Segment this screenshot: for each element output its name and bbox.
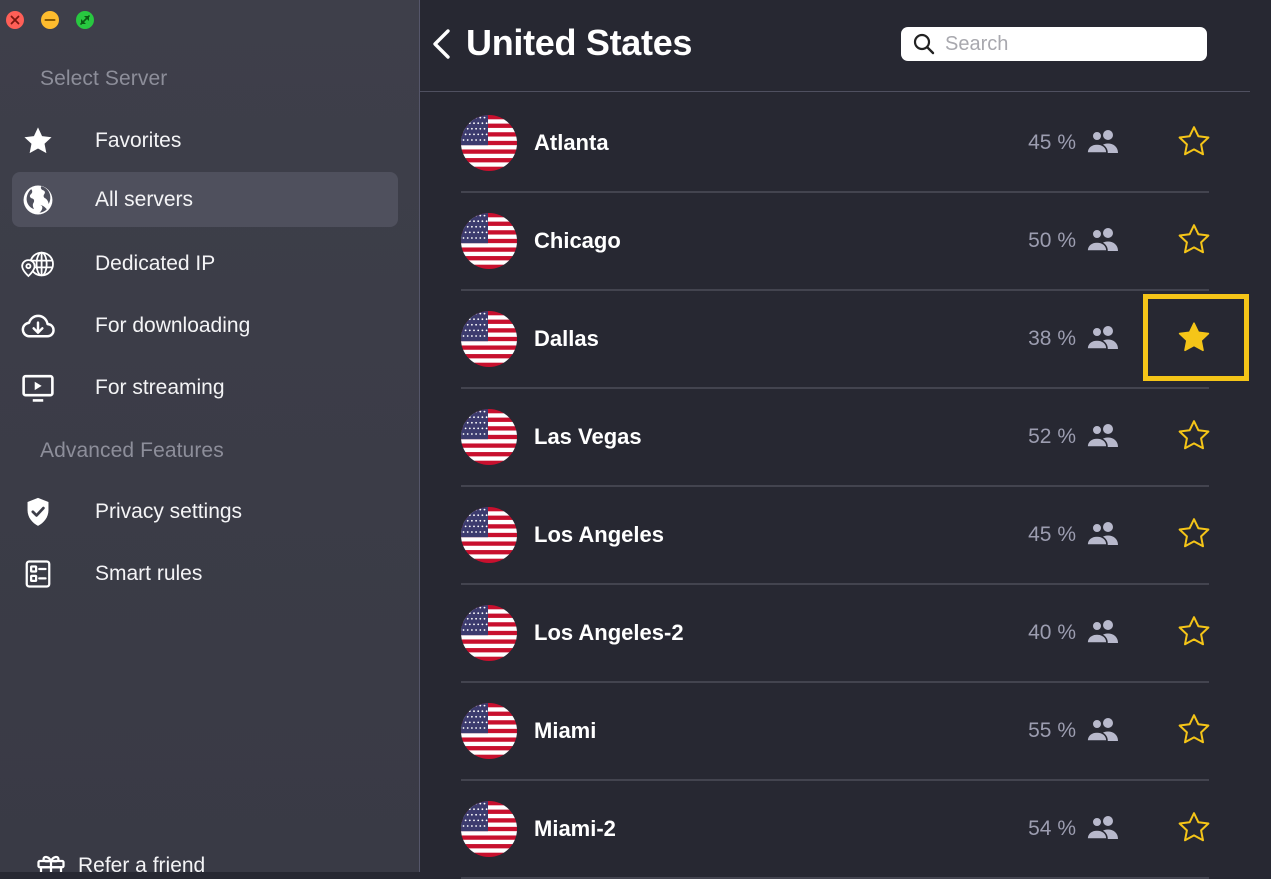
- us-flag-icon: [461, 703, 517, 759]
- sidebar-item-favorites[interactable]: Favorites: [12, 113, 398, 168]
- favorite-star-button[interactable]: [1176, 124, 1212, 160]
- server-load: 52 %: [1028, 425, 1076, 448]
- minimize-window-button[interactable]: [41, 11, 59, 29]
- star-icon: [20, 123, 56, 159]
- sidebar-item-privacy-settings[interactable]: Privacy settings: [12, 484, 398, 539]
- sidebar-item-for-streaming[interactable]: For streaming: [12, 360, 398, 415]
- sidebar-item-label: Smart rules: [95, 561, 203, 585]
- sidebar-item-label: Privacy settings: [95, 499, 243, 523]
- us-flag-icon: [461, 213, 517, 269]
- server-city: Los Angeles: [534, 522, 664, 547]
- star-outline-icon: [1178, 126, 1210, 156]
- us-flag-icon: [461, 801, 517, 857]
- users-icon: [1085, 324, 1121, 350]
- server-row[interactable]: Los Angeles 45 %: [461, 487, 1212, 585]
- users-icon: [1085, 618, 1121, 644]
- server-row[interactable]: Atlanta 45 %: [461, 95, 1212, 193]
- star-outline-icon: [1178, 420, 1210, 450]
- minimize-icon: [44, 19, 56, 21]
- section-title-select-server: Select Server: [40, 67, 168, 90]
- us-flag-icon: [461, 605, 517, 661]
- sidebar: Select Server Favorites All servers Dedi…: [0, 0, 420, 872]
- server-city: Dallas: [534, 326, 599, 351]
- gift-icon: [37, 855, 65, 872]
- users-icon: [1085, 814, 1121, 840]
- sidebar-item-all-servers[interactable]: All servers: [12, 172, 398, 227]
- server-city: Miami: [534, 718, 597, 743]
- server-load: 45 %: [1028, 131, 1076, 154]
- users-icon: [1085, 226, 1121, 252]
- users-icon: [1085, 520, 1121, 546]
- server-city: Atlanta: [534, 130, 609, 155]
- close-window-button[interactable]: [6, 11, 24, 29]
- favorite-star-button[interactable]: [1176, 516, 1212, 552]
- favorite-star-button[interactable]: [1176, 222, 1212, 258]
- favorite-star-button[interactable]: [1176, 614, 1212, 650]
- zoom-window-button[interactable]: [76, 11, 94, 29]
- shield-check-icon: [20, 494, 56, 530]
- sidebar-item-label: All servers: [95, 187, 194, 211]
- rules-icon: [20, 556, 56, 592]
- cloud-download-icon: [20, 308, 56, 344]
- server-row[interactable]: Chicago 50 %: [461, 193, 1212, 291]
- sidebar-item-label: Favorites: [95, 128, 182, 152]
- server-load: 50 %: [1028, 229, 1076, 252]
- server-city: Chicago: [534, 228, 621, 253]
- server-load: 45 %: [1028, 523, 1076, 546]
- server-city: Los Angeles-2: [534, 620, 684, 645]
- dedicated-ip-icon: [20, 246, 56, 282]
- favorite-star-button[interactable]: [1176, 712, 1212, 748]
- sidebar-item-smart-rules[interactable]: Smart rules: [12, 546, 398, 601]
- sidebar-item-for-downloading[interactable]: For downloading: [12, 298, 398, 353]
- us-flag-icon: [461, 507, 517, 563]
- us-flag-icon: [461, 311, 517, 367]
- star-outline-icon: [1178, 812, 1210, 842]
- server-load: 38 %: [1028, 327, 1076, 350]
- search-icon: [913, 33, 935, 55]
- server-row[interactable]: Miami 55 %: [461, 683, 1212, 781]
- server-load: 40 %: [1028, 621, 1076, 644]
- users-icon: [1085, 716, 1121, 742]
- sidebar-item-label: For downloading: [95, 313, 251, 337]
- back-button[interactable]: [430, 26, 454, 62]
- users-icon: [1085, 422, 1121, 448]
- server-row[interactable]: Miami-2 54 %: [461, 781, 1212, 879]
- favorite-star-button[interactable]: [1176, 810, 1212, 846]
- search-box[interactable]: [901, 27, 1207, 61]
- favorite-highlight-box: [1143, 294, 1249, 381]
- server-row[interactable]: Dallas 38 %: [461, 291, 1210, 389]
- tv-icon: [20, 370, 56, 406]
- section-title-advanced-features: Advanced Features: [40, 439, 224, 462]
- search-input[interactable]: [945, 27, 1195, 61]
- header-divider: [420, 91, 1250, 92]
- server-load: 55 %: [1028, 719, 1076, 742]
- refer-a-friend-link[interactable]: Refer a friend: [36, 852, 205, 872]
- close-icon: [10, 15, 20, 25]
- page-title: United States: [466, 22, 693, 63]
- sidebar-item-dedicated-ip[interactable]: Dedicated IP: [12, 236, 398, 291]
- server-row[interactable]: Las Vegas 52 %: [461, 389, 1212, 487]
- us-flag-icon: [461, 409, 517, 465]
- sidebar-item-label: For streaming: [95, 375, 225, 399]
- zoom-icon: [80, 15, 90, 25]
- server-row[interactable]: Los Angeles-2 40 %: [461, 585, 1212, 683]
- users-icon: [1085, 128, 1121, 154]
- refer-a-friend-label: Refer a friend: [78, 854, 206, 872]
- chevron-left-icon: [433, 29, 450, 59]
- star-outline-icon: [1178, 714, 1210, 744]
- globe-icon: [20, 182, 56, 218]
- server-city: Las Vegas: [534, 424, 642, 449]
- star-outline-icon: [1178, 616, 1210, 646]
- favorite-star-button[interactable]: [1176, 418, 1212, 454]
- server-list: Atlanta 45 % Chicago 50 % Dallas 38 % La…: [461, 95, 1212, 879]
- us-flag-icon: [461, 115, 517, 171]
- server-city: Miami-2: [534, 816, 616, 841]
- server-load: 54 %: [1028, 817, 1076, 840]
- sidebar-item-label: Dedicated IP: [95, 251, 216, 275]
- server-list-panel: United States Atlanta 45 % Chicago 50 %: [420, 0, 1271, 879]
- star-outline-icon: [1178, 518, 1210, 548]
- star-outline-icon: [1178, 224, 1210, 254]
